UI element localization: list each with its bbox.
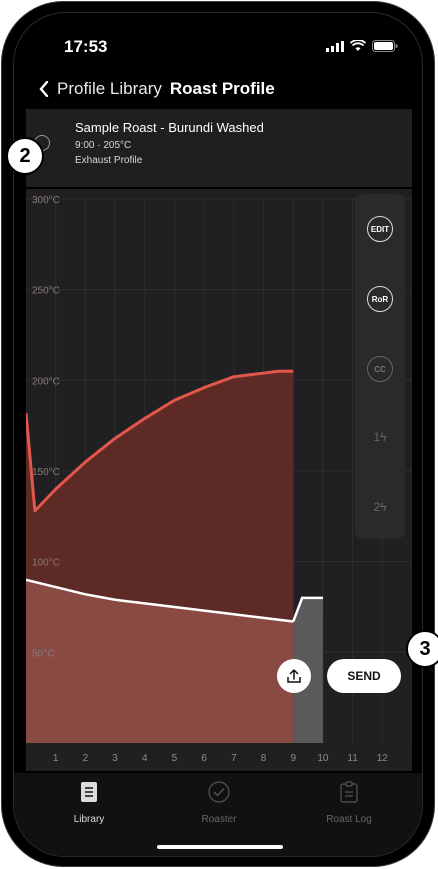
tab-library[interactable]: Library	[39, 781, 139, 825]
status-icons	[326, 40, 398, 52]
send-button[interactable]: SEND	[327, 659, 401, 693]
share-button[interactable]	[277, 659, 311, 693]
lightning-icon: ϟ	[380, 500, 387, 514]
battery-icon	[372, 40, 398, 52]
back-link[interactable]: Profile Library	[57, 79, 162, 99]
chart-tools-panel: EDIT RoR CC 1ϟ 2ϟ	[355, 194, 405, 539]
navigation-bar: Profile Library Roast Profile	[39, 79, 275, 99]
tab-label: Roast Log	[326, 814, 372, 825]
y-tick-label: 50°C	[32, 648, 54, 659]
ror-button[interactable]: RoR	[367, 286, 393, 312]
x-tick-label: 2	[83, 753, 89, 764]
x-tick-label: 12	[377, 753, 389, 764]
cc-button[interactable]: CC	[367, 356, 393, 382]
profile-meta: 9:00 · 205°C	[75, 140, 132, 151]
wifi-icon	[350, 40, 366, 51]
x-tick-label: 9	[290, 753, 296, 764]
signal-icon	[326, 40, 344, 52]
tab-roaster[interactable]: Roaster	[169, 781, 269, 825]
y-tick-label: 100°C	[32, 558, 60, 569]
y-tick-label: 200°C	[32, 376, 60, 387]
x-tick-label: 8	[261, 753, 267, 764]
x-tick-label: 7	[231, 753, 237, 764]
tab-label: Roaster	[201, 814, 237, 825]
x-tick-label: 3	[112, 753, 118, 764]
library-icon	[81, 782, 97, 802]
phone-frame: 17:53 Profile Library Roast Profile Samp…	[0, 0, 438, 869]
x-tick-label: 5	[172, 753, 178, 764]
profile-2-button[interactable]: 2ϟ	[355, 500, 405, 514]
y-tick-label: 250°C	[32, 286, 60, 297]
x-tick-label: 10	[317, 753, 329, 764]
upload-icon	[287, 668, 301, 683]
x-tick-label: 6	[201, 753, 207, 764]
callout-marker: 2	[6, 137, 44, 175]
page-title: Roast Profile	[169, 79, 275, 98]
lightning-icon: ϟ	[380, 430, 387, 444]
screen: 17:53 Profile Library Roast Profile Samp…	[13, 12, 423, 857]
roaster-icon	[208, 781, 230, 803]
roast-log-icon	[340, 781, 358, 803]
x-tick-label: 4	[142, 753, 148, 764]
y-tick-label: 150°C	[32, 467, 60, 478]
status-time: 17:53	[64, 37, 108, 56]
x-tick-label: 11	[347, 753, 358, 764]
home-indicator	[157, 845, 283, 849]
x-tick-label: 1	[53, 753, 59, 764]
callout-marker: 3	[406, 630, 438, 668]
tab-roast-log[interactable]: Roast Log	[299, 781, 399, 825]
edit-button[interactable]: EDIT	[367, 216, 393, 242]
y-tick-label: 300°C	[32, 195, 60, 206]
tab-label: Library	[73, 814, 105, 825]
profile-type: Exhaust Profile	[75, 155, 143, 166]
profile-name: Sample Roast - Burundi Washed	[75, 120, 264, 135]
chevron-left-icon[interactable]	[39, 81, 49, 97]
profile-1-button[interactable]: 1ϟ	[355, 430, 405, 444]
